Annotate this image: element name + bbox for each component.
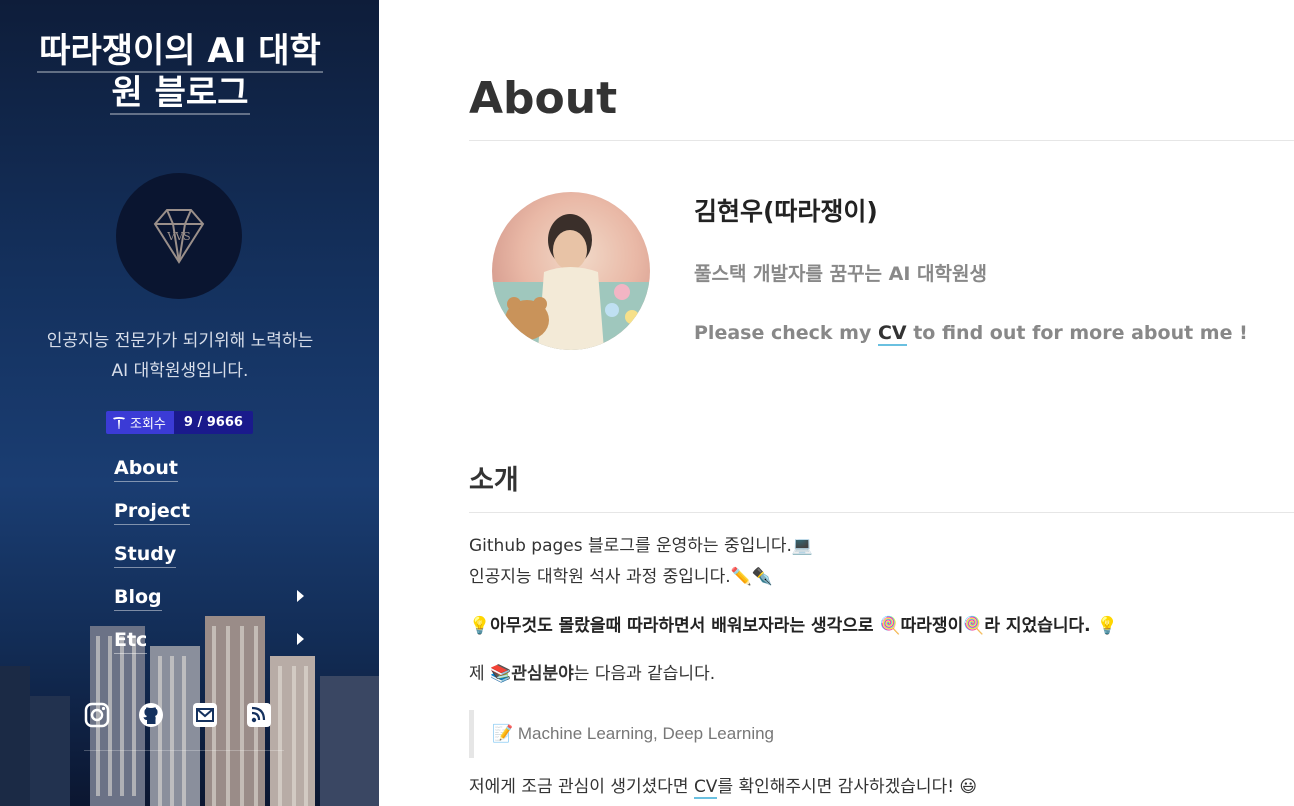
cv-link[interactable]: CV bbox=[877, 322, 907, 346]
interest-prefix: 제 bbox=[469, 664, 491, 684]
sidebar-item-study[interactable]: Study bbox=[114, 534, 314, 577]
interest-quote: 📝 Machine Learning, Deep Learning bbox=[469, 710, 1092, 758]
site-title[interactable]: 따라쟁이의 AI 대학 원 블로그 bbox=[10, 30, 350, 115]
site-description-line1: 인공지능 전문가가 되기위해 노력하는 bbox=[46, 331, 314, 351]
chevron-right-icon[interactable] bbox=[297, 633, 304, 645]
sidebar: 따라쟁이의 AI 대학 원 블로그 VVS 인공지능 전문가가 되기위해 노력하… bbox=[0, 0, 379, 806]
interest-bold: 관심분야 bbox=[511, 664, 574, 684]
sidebar-item-label: Project bbox=[114, 500, 191, 525]
books-icon: 📚 bbox=[490, 664, 512, 684]
site-logo: VVS bbox=[116, 173, 242, 299]
closing-suffix: 를 확인해주시면 감사하겠습니다! 😃 bbox=[717, 777, 978, 797]
hits-badge-label: 조회수 bbox=[106, 411, 174, 434]
hits-badge[interactable]: 조회수 9 / 9666 bbox=[106, 411, 253, 434]
tesla-icon bbox=[113, 416, 125, 429]
divider bbox=[469, 512, 1294, 513]
sidebar-item-label: About bbox=[114, 457, 178, 482]
sidebar-item-label: Study bbox=[114, 543, 177, 568]
diamond-icon: VVS bbox=[153, 209, 205, 264]
sidebar-item-etc[interactable]: Etc bbox=[114, 620, 314, 663]
sidebar-item-label: Blog bbox=[114, 586, 162, 611]
divider bbox=[469, 140, 1294, 141]
profile-tagline: 풀스택 개발자를 꿈꾸는 AI 대학원생 bbox=[694, 263, 987, 285]
site-description: 인공지능 전문가가 되기위해 노력하는 AI 대학원생입니다. bbox=[10, 326, 350, 386]
interest-suffix: 는 다음과 같습니다. bbox=[573, 664, 716, 684]
site-description-line2: AI 대학원생입니다. bbox=[111, 361, 249, 381]
main-content: About 김현우(따라쟁이) 풀스택 개발자를 꿈꾸는 AI 대학원생 Ple… bbox=[469, 0, 1294, 806]
intro-line-1: Github pages 블로그를 운영하는 중입니다.💻 bbox=[469, 536, 814, 556]
sidebar-item-blog[interactable]: Blog bbox=[114, 577, 314, 620]
closing-line: 저에게 조금 관심이 생기셨다면 CV를 확인해주시면 감사하겠습니다! 😃 bbox=[469, 772, 977, 803]
section-heading-intro: 소개 bbox=[469, 465, 519, 496]
rss-icon[interactable] bbox=[246, 702, 272, 728]
social-links bbox=[84, 702, 272, 728]
quote-text: 📝 Machine Learning, Deep Learning bbox=[492, 724, 775, 743]
email-icon[interactable] bbox=[192, 702, 218, 728]
sidebar-nav: About Project Study Blog Etc bbox=[114, 448, 314, 663]
hits-label: 조회수 bbox=[130, 417, 166, 432]
site-title-line2: 원 블로그 bbox=[109, 73, 251, 115]
sidebar-item-about[interactable]: About bbox=[114, 448, 314, 491]
sidebar-item-project[interactable]: Project bbox=[114, 491, 314, 534]
cv-link-inline[interactable]: CV bbox=[693, 777, 718, 799]
intro-line-2: 인공지능 대학원 석사 과정 중입니다.✏️✒️ bbox=[469, 567, 773, 587]
site-title-line1: 따라쟁이의 AI 대학 bbox=[37, 31, 323, 73]
github-icon[interactable] bbox=[138, 702, 164, 728]
profile-photo bbox=[492, 192, 650, 350]
profile-name: 김현우(따라쟁이) bbox=[694, 197, 878, 226]
hits-value: 9 / 9666 bbox=[173, 411, 253, 434]
profile-cv-text: Please check my CV to find out for more … bbox=[694, 322, 1248, 346]
cv-prefix: Please check my bbox=[694, 322, 878, 344]
sidebar-item-label: Etc bbox=[114, 629, 148, 654]
closing-prefix: 저에게 조금 관심이 생기셨다면 bbox=[469, 777, 694, 797]
logo-text: VVS bbox=[166, 230, 190, 243]
instagram-icon[interactable] bbox=[84, 702, 110, 728]
divider bbox=[84, 750, 284, 751]
cv-suffix: to find out for more about me ! bbox=[906, 322, 1248, 344]
intro-line-3: 💡아무것도 몰랐을때 따라하면서 배워보자라는 생각으로 🍭따라쟁이🍭라 지었습… bbox=[469, 616, 1118, 636]
page-title: About bbox=[469, 73, 618, 124]
interest-line: 제 📚관심분야는 다음과 같습니다. bbox=[469, 659, 715, 690]
chevron-right-icon[interactable] bbox=[297, 590, 304, 602]
